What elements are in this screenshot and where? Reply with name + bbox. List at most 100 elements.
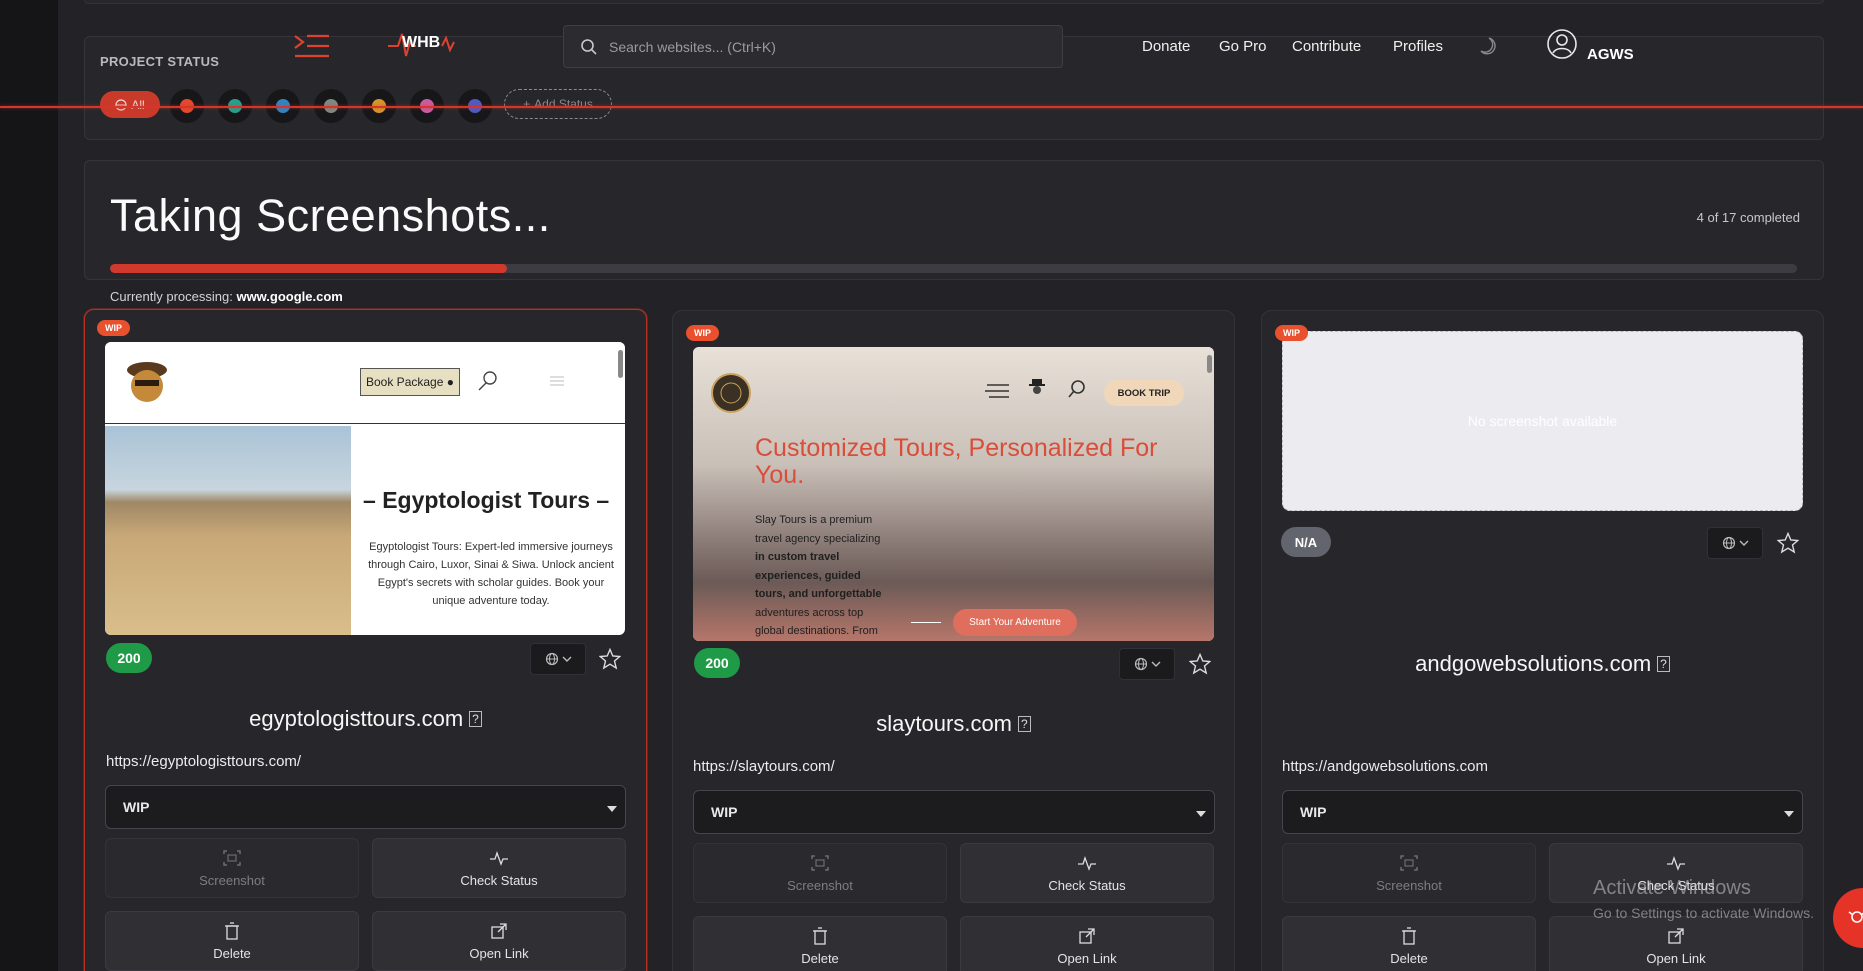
open-link-button[interactable]: Open Link [960, 916, 1214, 971]
filter-all-chip[interactable]: All [100, 91, 160, 118]
trash-icon [1402, 926, 1416, 945]
nav-go-pro[interactable]: Go Pro [1219, 38, 1267, 55]
processing-site: www.google.com [236, 289, 343, 304]
chevron-down-icon [1151, 661, 1160, 667]
activity-icon [490, 850, 508, 866]
globe-icon [115, 98, 127, 111]
screenshot-icon [223, 849, 241, 866]
explorer-logo-icon [127, 362, 167, 402]
favorite-star-icon[interactable] [1189, 653, 1211, 675]
check-status-button[interactable]: Check Status [960, 843, 1214, 903]
windows-watermark-subtitle: Go to Settings to activate Windows. [1593, 905, 1814, 921]
globe-icon [1722, 536, 1735, 550]
favorite-star-icon[interactable] [1777, 532, 1799, 554]
caret-down-icon [1196, 811, 1206, 817]
theme-toggle-moon-icon[interactable] [1477, 36, 1497, 56]
device-dropdown[interactable] [530, 643, 586, 675]
card-url[interactable]: https://egyptologisttours.com/ [106, 753, 301, 770]
http-status-badge: 200 [106, 643, 152, 673]
card-url[interactable]: https://andgowebsolutions.com [1282, 758, 1488, 775]
nav-contribute[interactable]: Contribute [1292, 38, 1361, 55]
no-screenshot-placeholder: No screenshot available [1282, 331, 1803, 511]
scrollbar [618, 350, 623, 378]
project-status-title: PROJECT STATUS [100, 54, 220, 69]
delete-button[interactable]: Delete [105, 911, 359, 971]
add-status-button[interactable]: + Add Status [504, 89, 612, 119]
status-select[interactable]: WIP [105, 785, 626, 829]
screenshot-preview-2[interactable]: BOOK TRIP Customized Tours, Personalized… [693, 347, 1214, 641]
search-placeholder: Search websites... (Ctrl+K) [609, 39, 776, 55]
scrollbar [1207, 355, 1212, 373]
card-url[interactable]: https://slaytours.com/ [693, 758, 835, 775]
activity-icon [1078, 855, 1096, 871]
start-adventure-button: Start Your Adventure [953, 609, 1077, 636]
copy-icon[interactable]: ? [1657, 656, 1670, 672]
status-select[interactable]: WIP [1282, 790, 1803, 834]
trash-icon [225, 921, 239, 940]
open-link-button[interactable]: Open Link [372, 911, 626, 971]
search-icon [581, 39, 597, 55]
screenshot-button[interactable]: Screenshot [693, 843, 947, 903]
screenshot-icon [811, 854, 829, 871]
header-divider [105, 423, 625, 424]
top-strip [84, 0, 1824, 4]
wip-badge: WIP [686, 325, 719, 341]
search-box[interactable]: Search websites... (Ctrl+K) [563, 25, 1063, 68]
wip-badge: WIP [1275, 325, 1308, 341]
left-sidebar [0, 0, 58, 971]
card-domain: slaytours.com? [672, 711, 1235, 737]
menu-icon [985, 384, 1009, 398]
http-status-badge: 200 [694, 648, 740, 678]
http-status-badge: N/A [1281, 527, 1331, 557]
favorite-star-icon[interactable] [599, 648, 621, 670]
red-overlay-line [0, 106, 1863, 108]
book-package-button: Book Package ● [360, 368, 460, 396]
plus-icon: + [523, 97, 531, 111]
search-icon [478, 371, 497, 391]
bug-icon [1848, 911, 1863, 923]
windows-watermark-title: Activate Windows [1593, 877, 1751, 899]
check-status-button[interactable]: Check Status [372, 838, 626, 898]
user-name[interactable]: AGWS [1587, 46, 1634, 63]
nav-profiles[interactable]: Profiles [1393, 38, 1443, 55]
globe-icon [545, 652, 558, 666]
screenshot-preview-1[interactable]: Book Package ● – Egyptologist Tours – Eg… [105, 342, 625, 635]
progress-count: 4 of 17 completed [1696, 210, 1800, 225]
progress-title: Taking Screenshots... [110, 190, 551, 241]
preview-description: Slay Tours is a premium travel agency sp… [755, 514, 882, 637]
caret-down-icon [607, 806, 617, 812]
add-status-label: Add Status [534, 97, 593, 111]
delete-button[interactable]: Delete [693, 916, 947, 971]
screenshot-icon [1400, 854, 1418, 871]
external-link-icon [491, 922, 507, 939]
copy-icon[interactable]: ? [469, 711, 482, 727]
logo-text: WHB [402, 34, 441, 51]
copy-icon[interactable]: ? [1018, 716, 1031, 732]
external-link-icon [1668, 927, 1684, 944]
screenshot-button[interactable]: Screenshot [1282, 843, 1536, 903]
preview-title: Customized Tours, Personalized For You. [755, 434, 1158, 489]
status-select[interactable]: WIP [693, 790, 1215, 834]
open-link-button[interactable]: Open Link [1549, 916, 1803, 971]
card-domain: egyptologisttours.com? [84, 706, 647, 732]
progress-bar-fill [110, 264, 507, 273]
external-link-icon [1079, 927, 1095, 944]
currently-processing: Currently processing: www.google.com [110, 289, 343, 304]
delete-button[interactable]: Delete [1282, 916, 1536, 971]
device-dropdown[interactable] [1119, 648, 1175, 680]
progress-bar [110, 264, 1797, 273]
desert-image [105, 426, 351, 635]
chevron-down-icon [1739, 540, 1748, 546]
filter-all-label: All [131, 97, 145, 112]
device-dropdown[interactable] [1707, 527, 1763, 559]
menu-toggle-icon[interactable] [292, 33, 330, 59]
caret-down-icon [1784, 811, 1794, 817]
preview-title: – Egyptologist Tours – [363, 487, 610, 513]
slay-tours-logo-icon [711, 373, 751, 413]
screenshot-button[interactable]: Screenshot [105, 838, 359, 898]
user-avatar-icon[interactable] [1546, 28, 1578, 60]
arrow-line [911, 622, 941, 623]
explorer-icon [1029, 379, 1045, 394]
app-logo[interactable]: WHB [386, 30, 456, 58]
nav-donate[interactable]: Donate [1142, 38, 1190, 55]
